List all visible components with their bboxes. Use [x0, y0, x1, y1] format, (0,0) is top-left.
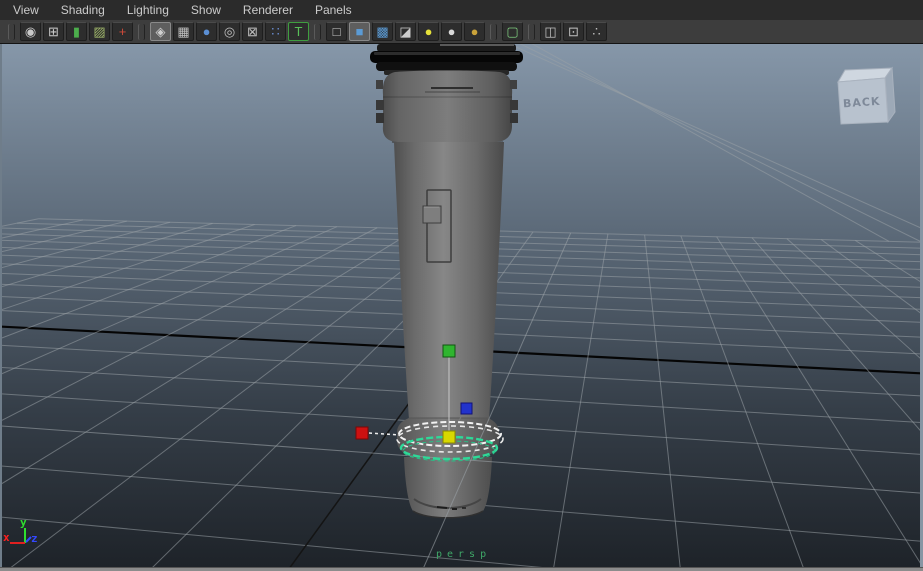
film-gate-icon[interactable]: ▦: [173, 22, 194, 41]
flat-light-icon[interactable]: ●: [441, 22, 462, 41]
axis-x-label: x: [3, 531, 10, 544]
menu-view[interactable]: View: [2, 1, 50, 20]
exposure-icon[interactable]: ⊡: [563, 22, 584, 41]
menu-shading[interactable]: Shading: [50, 1, 116, 20]
scale-x-handle[interactable]: [355, 426, 369, 440]
gate-mask-icon[interactable]: ◎: [219, 22, 240, 41]
safe-title-icon[interactable]: T: [288, 22, 309, 41]
field-chart-icon[interactable]: ⊠: [242, 22, 263, 41]
bookmark-icon[interactable]: ▮: [66, 22, 87, 41]
isolate-select-icon[interactable]: ◈: [150, 22, 171, 41]
frame-selected-icon[interactable]: +: [112, 22, 133, 41]
wireframe-mode-icon[interactable]: □: [326, 22, 347, 41]
menu-renderer[interactable]: Renderer: [232, 1, 304, 20]
panel-menu-bar: View Shading Lighting Show Renderer Pane…: [0, 0, 923, 20]
safe-action-icon[interactable]: ∷: [265, 22, 286, 41]
viewport-3d[interactable]: BACK y x z persp: [0, 44, 923, 567]
view-cube-label[interactable]: BACK: [843, 95, 881, 111]
panel-icon-toolbar: ◉ ⊞ ▮ ▨ + ◈ ▦ ● ◎ ⊠ ∷ T □ ■ ▩ ◪ ● ● ● ▢ ◫ ⊡ ∴: [0, 20, 923, 44]
viewport-border-left: [0, 44, 2, 567]
toolbar-separator: [490, 23, 497, 40]
maya-viewport-window: View Shading Lighting Show Renderer Pane…: [0, 0, 923, 571]
toolbar-separator: [138, 23, 145, 40]
xray-mode-icon[interactable]: ◫: [540, 22, 561, 41]
select-tool-icon[interactable]: ▢: [502, 22, 523, 41]
scale-center-handle[interactable]: [442, 430, 456, 444]
toolbar-separator: [8, 23, 15, 40]
menu-lighting[interactable]: Lighting: [116, 1, 180, 20]
default-light-icon[interactable]: ●: [418, 22, 439, 41]
key-light-icon[interactable]: ●: [464, 22, 485, 41]
use-all-lights-icon[interactable]: ◪: [395, 22, 416, 41]
axis-z-label: z: [31, 532, 38, 545]
select-camera-icon[interactable]: ◉: [20, 22, 41, 41]
camera-attributes-icon[interactable]: ⊞: [43, 22, 64, 41]
menu-show[interactable]: Show: [180, 1, 232, 20]
menu-panels[interactable]: Panels: [304, 1, 363, 20]
connections-icon[interactable]: ∴: [586, 22, 607, 41]
image-plane-icon[interactable]: ▨: [89, 22, 110, 41]
toolbar-separator: [528, 23, 535, 40]
scale-y-handle[interactable]: [442, 344, 456, 358]
switch-button-detail: [422, 205, 442, 224]
viewport-canvas[interactable]: BACK y x z persp: [0, 44, 923, 567]
resolution-gate-icon[interactable]: ●: [196, 22, 217, 41]
view-cube[interactable]: BACK: [837, 66, 896, 125]
window-bottom-edge: [0, 567, 923, 571]
shaded-mode-icon[interactable]: ■: [349, 22, 370, 41]
toolbar-separator: [314, 23, 321, 40]
axis-y-label: y: [20, 516, 27, 529]
camera-name-label: persp: [436, 549, 491, 560]
textured-mode-icon[interactable]: ▩: [372, 22, 393, 41]
scale-z-handle[interactable]: [460, 402, 473, 415]
